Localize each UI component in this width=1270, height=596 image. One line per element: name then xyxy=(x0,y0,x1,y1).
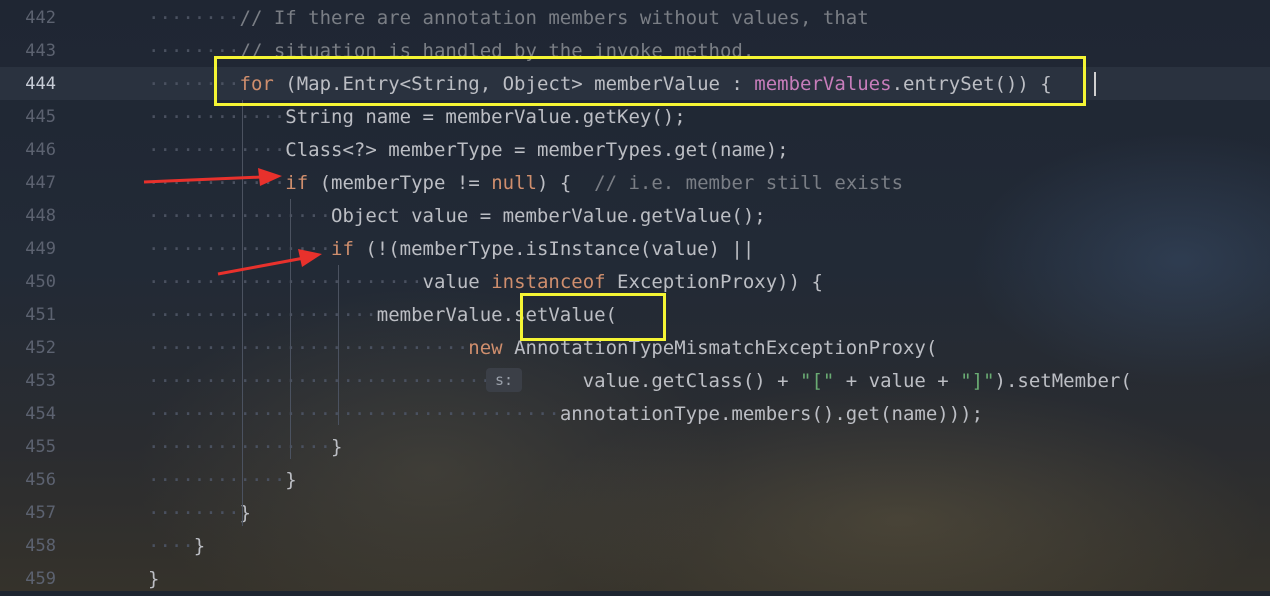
arrow-to-if-membertype xyxy=(143,168,282,186)
annotation-arrows xyxy=(143,168,322,276)
arrow-to-if-isinstance xyxy=(217,249,322,276)
